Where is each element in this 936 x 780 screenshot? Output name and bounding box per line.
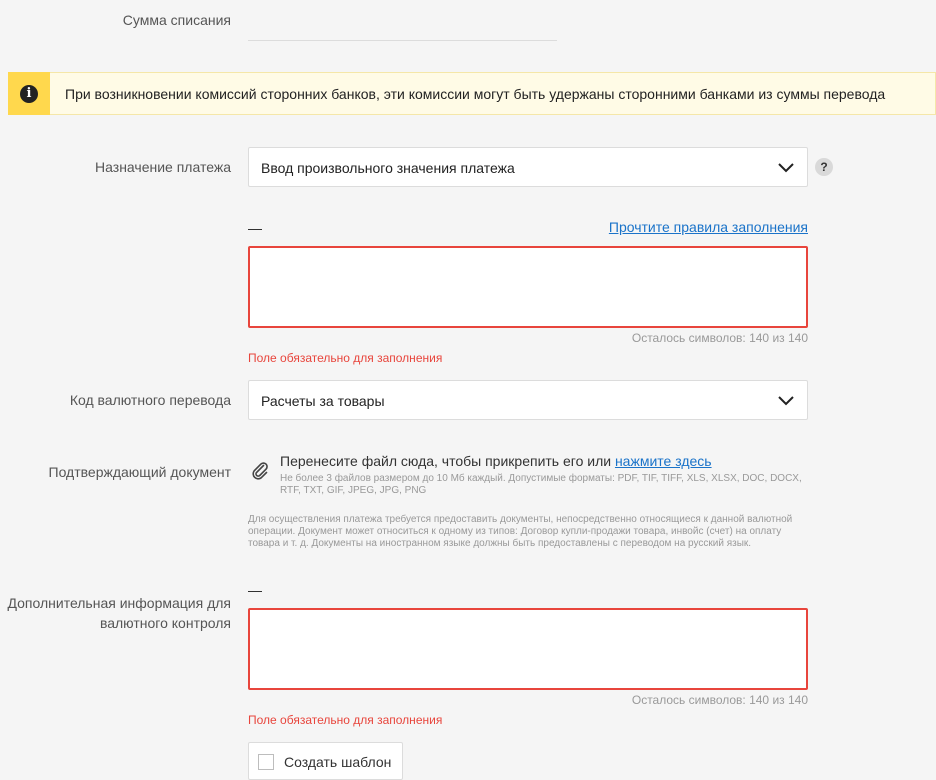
purpose-label: Назначение платежа <box>95 159 231 175</box>
purpose-select-value: Ввод произвольного значения платежа <box>261 160 515 176</box>
chevron-down-icon <box>777 393 795 407</box>
additional-info-label-line1: Дополнительная информация для <box>7 595 231 611</box>
create-template-checkbox[interactable]: Создать шаблон <box>248 742 403 780</box>
upload-text: Перенесите файл сюда, чтобы прикрепить е… <box>280 453 612 469</box>
help-icon[interactable]: ? <box>815 158 833 176</box>
additional-error: Поле обязательно для заполнения <box>248 713 443 727</box>
document-label: Подтверждающий документ <box>48 464 231 480</box>
currency-code-select[interactable]: Расчеты за товары <box>248 380 808 420</box>
create-template-label: Создать шаблон <box>284 754 392 770</box>
upload-click-link[interactable]: нажмите здесь <box>615 453 712 469</box>
amount-underline <box>248 40 557 41</box>
additional-dash: — <box>248 582 262 598</box>
currency-code-select-value: Расчеты за товары <box>261 393 385 409</box>
paperclip-icon <box>250 460 270 485</box>
additional-char-counter: Осталось символов: 140 из 140 <box>631 693 808 707</box>
upload-dropzone[interactable]: Перенесите файл сюда, чтобы прикрепить е… <box>280 452 712 470</box>
upload-hint: Не более 3 файлов размером до 10 Мб кажд… <box>280 473 802 496</box>
checkbox-box[interactable] <box>258 754 274 770</box>
additional-info-textarea[interactable] <box>248 608 808 690</box>
chevron-down-icon <box>777 160 795 174</box>
purpose-dash: — <box>248 220 262 236</box>
currency-code-label: Код валютного перевода <box>69 392 231 408</box>
info-icon: i <box>20 85 38 103</box>
commission-info-banner: i При возникновении комиссий сторонних б… <box>8 72 936 115</box>
fill-rules-link[interactable]: Прочтите правила заполнения <box>609 218 808 236</box>
additional-info-label-line2: валютного контроля <box>99 615 231 631</box>
purpose-select[interactable]: Ввод произвольного значения платежа <box>248 147 808 187</box>
purpose-char-counter: Осталось символов: 140 из 140 <box>631 331 808 345</box>
additional-info-label: Дополнительная информация для валютного … <box>0 593 231 633</box>
purpose-textarea[interactable] <box>248 246 808 328</box>
document-notice: Для осуществления платежа требуется пред… <box>248 514 793 549</box>
banner-text: При возникновении комиссий сторонних бан… <box>65 86 886 102</box>
amount-label: Сумма списания <box>122 12 231 28</box>
purpose-error: Поле обязательно для заполнения <box>248 351 443 365</box>
